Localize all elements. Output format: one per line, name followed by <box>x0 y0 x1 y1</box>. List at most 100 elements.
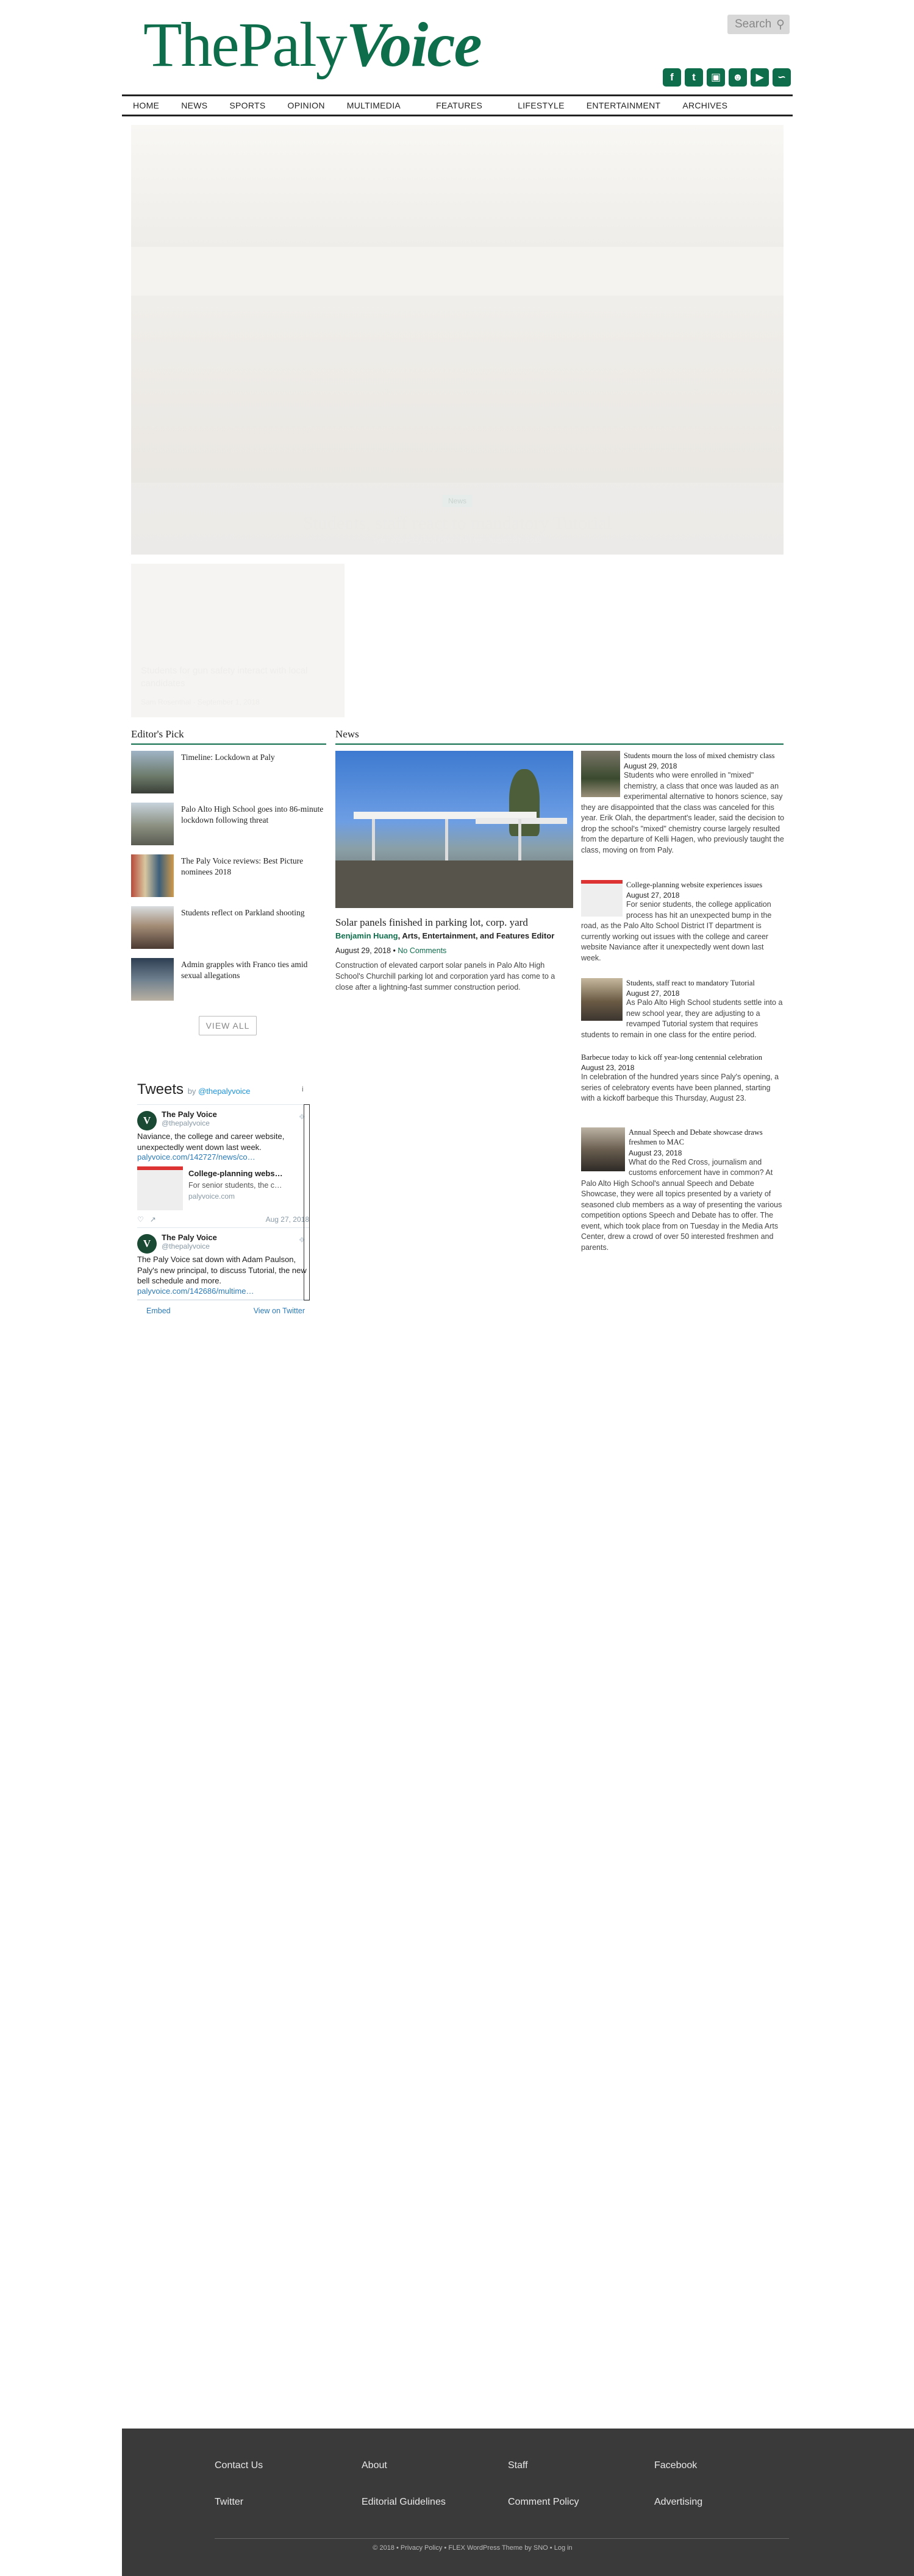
footer-link-twitter[interactable]: Twitter <box>215 2497 243 2508</box>
view-all-button[interactable]: VIEW ALL <box>199 1016 257 1035</box>
footer-link-staff[interactable]: Staff <box>508 2460 528 2471</box>
footer-link-advertising[interactable]: Advertising <box>654 2497 702 2508</box>
editors-pick-item[interactable]: Admin grapples with Franco ties amid sex… <box>131 958 326 1001</box>
thumbnail[interactable] <box>131 751 174 793</box>
youtube-icon[interactable]: ▶ <box>751 68 769 87</box>
editors-pick-title[interactable]: The Paly Voice reviews: Best Picture nom… <box>181 856 326 877</box>
nav-multimedia[interactable]: MULTIMEDIA <box>336 101 425 110</box>
tweet-text: Naviance, the college and career website… <box>137 1132 285 1152</box>
social-links: f t ▣ ☻ ▶ ∽ <box>663 68 791 87</box>
tweets-footer: Embed View on Twitter <box>146 1307 305 1315</box>
secondary-story[interactable]: Students for gun safety interact with lo… <box>131 564 345 717</box>
facebook-icon[interactable]: f <box>663 68 681 87</box>
thumbnail[interactable] <box>131 958 174 1001</box>
footer-link-editorial[interactable]: Editorial Guidelines <box>362 2497 446 2508</box>
snapchat-icon[interactable]: ☻ <box>729 68 747 87</box>
search-icon[interactable]: ⚲ <box>776 18 785 32</box>
editors-pick-title[interactable]: Admin grapples with Franco ties amid sex… <box>181 959 326 981</box>
nav-entertainment[interactable]: ENTERTAINMENT <box>576 101 672 110</box>
avatar[interactable]: V <box>137 1234 157 1254</box>
tweet-author[interactable]: The Paly Voice <box>162 1110 309 1119</box>
hero-title[interactable]: Students, staff react to mandatory Tutor… <box>131 513 784 534</box>
footer-link-comment-policy[interactable]: Comment Policy <box>508 2497 579 2508</box>
thumbnail[interactable] <box>131 803 174 845</box>
nav-opinion[interactable]: OPINION <box>277 101 336 110</box>
instagram-icon[interactable]: ▣ <box>707 68 725 87</box>
news-heading: News <box>335 728 784 745</box>
featured-news[interactable]: Solar panels finished in parking lot, co… <box>335 751 573 993</box>
editors-pick-title[interactable]: Palo Alto High School goes into 86-minut… <box>181 804 326 825</box>
footer-link-about[interactable]: About <box>362 2460 387 2471</box>
secondary-title[interactable]: Students for gun safety interact with lo… <box>141 664 336 690</box>
news-item-title[interactable]: Barbecue today to kick off year-long cen… <box>581 1052 785 1062</box>
featured-title[interactable]: Solar panels finished in parking lot, co… <box>335 917 573 929</box>
hero-story[interactable]: News Students, staff react to mandatory … <box>131 125 784 555</box>
nav-news[interactable]: NEWS <box>170 101 218 110</box>
search-placeholder: Search <box>735 18 772 30</box>
scrollbar[interactable] <box>304 1104 310 1300</box>
thumbnail[interactable] <box>581 880 623 917</box>
nav-features[interactable]: FEATURES <box>425 101 507 110</box>
tweet-text: The Paly Voice sat down with Adam Paulso… <box>137 1255 307 1286</box>
tweets-header: Tweets by @thepalyvoice i <box>137 1081 304 1098</box>
comments-link[interactable]: No Comments <box>398 946 446 955</box>
tweet-date[interactable]: Aug 27, 2018 <box>266 1215 309 1224</box>
nav-home[interactable]: HOME <box>122 101 170 110</box>
thumbnail[interactable] <box>581 978 623 1021</box>
twitter-icon[interactable]: t <box>685 68 703 87</box>
editors-pick-heading: Editor's Pick <box>131 728 326 745</box>
like-icon[interactable]: ♡ ↗ <box>137 1215 156 1224</box>
search-input[interactable]: Search ⚲ <box>727 15 790 34</box>
editors-pick-title[interactable]: Students reflect on Parkland shooting <box>181 907 326 918</box>
tweet[interactable]: V The Paly Voice @thepalyvoice ❖ Navianc… <box>137 1105 309 1229</box>
featured-image[interactable] <box>335 751 573 908</box>
editors-pick-item[interactable]: Students reflect on Parkland shooting <box>131 906 326 949</box>
news-item-excerpt: What do the Red Cross, journalism and cu… <box>581 1157 782 1252</box>
hero-category[interactable]: News <box>441 495 473 507</box>
editors-pick-item[interactable]: Palo Alto High School goes into 86-minut… <box>131 803 326 845</box>
news-item[interactable]: Students mourn the loss of mixed chemist… <box>581 751 785 856</box>
editors-pick-item[interactable]: Timeline: Lockdown at Paly <box>131 751 326 793</box>
tweet-handle[interactable]: @thepalyvoice <box>162 1119 309 1127</box>
tweet-link[interactable]: palyvoice.com/142686/multime… <box>137 1286 309 1296</box>
embed-link[interactable]: Embed <box>146 1307 171 1315</box>
featured-byline: Benjamin Huang, Arts, Entertainment, and… <box>335 931 573 942</box>
thumbnail[interactable] <box>581 1127 625 1171</box>
tweet-timeline[interactable]: V The Paly Voice @thepalyvoice ❖ Navianc… <box>137 1104 309 1300</box>
nav-sports[interactable]: SPORTS <box>218 101 276 110</box>
tweet-card[interactable]: College-planning webs… For senior studen… <box>137 1166 309 1211</box>
tweet[interactable]: V The Paly Voice @thepalyvoice ❖ The Pal… <box>137 1228 309 1300</box>
nav-lifestyle[interactable]: LIFESTYLE <box>507 101 576 110</box>
featured-date-line: August 29, 2018 • No Comments <box>335 946 573 955</box>
tweets-handle-link[interactable]: @thepalyvoice <box>198 1087 250 1096</box>
news-item[interactable]: Annual Speech and Debate showcase draws … <box>581 1127 785 1253</box>
news-item[interactable]: Barbecue today to kick off year-long cen… <box>581 1052 785 1104</box>
thumbnail[interactable] <box>131 906 174 949</box>
site-logo[interactable]: ThePalyVoice <box>143 13 482 77</box>
footer-link-facebook[interactable]: Facebook <box>654 2460 697 2471</box>
card-url: palyvoice.com <box>188 1192 235 1201</box>
view-on-twitter-link[interactable]: View on Twitter <box>254 1307 305 1315</box>
info-icon[interactable]: i <box>302 1085 304 1093</box>
editors-pick-title[interactable]: Timeline: Lockdown at Paly <box>181 752 326 763</box>
news-item-excerpt: In celebration of the hundred years sinc… <box>581 1073 779 1103</box>
thumbnail[interactable] <box>131 854 174 897</box>
hero-meta: Tyler Walmsley and Chloe Palmer · August… <box>373 536 542 545</box>
news-item[interactable]: Students, staff react to mandatory Tutor… <box>581 978 785 1040</box>
featured-excerpt: Construction of elevated carport solar p… <box>335 961 555 992</box>
footer-link-contact[interactable]: Contact Us <box>215 2460 263 2471</box>
tweet-link[interactable]: palyvoice.com/142727/news/co… <box>137 1152 309 1162</box>
rss-icon[interactable]: ∽ <box>773 68 791 87</box>
tweet-handle[interactable]: @thepalyvoice <box>162 1242 309 1251</box>
main-nav: HOME NEWS SPORTS OPINION MULTIMEDIA FEAT… <box>122 94 793 116</box>
card-title: College-planning webs… <box>188 1169 283 1179</box>
author-link[interactable]: Benjamin Huang <box>335 931 398 940</box>
footer-copyright[interactable]: © 2018 • Privacy Policy • FLEX WordPress… <box>122 2544 823 2552</box>
news-item[interactable]: College-planning website experiences iss… <box>581 880 785 963</box>
thumbnail[interactable] <box>581 751 620 797</box>
card-image <box>137 1166 183 1211</box>
tweet-author[interactable]: The Paly Voice <box>162 1233 309 1242</box>
nav-archives[interactable]: ARCHIVES <box>671 101 738 110</box>
avatar[interactable]: V <box>137 1111 157 1130</box>
editors-pick-item[interactable]: The Paly Voice reviews: Best Picture nom… <box>131 854 326 897</box>
